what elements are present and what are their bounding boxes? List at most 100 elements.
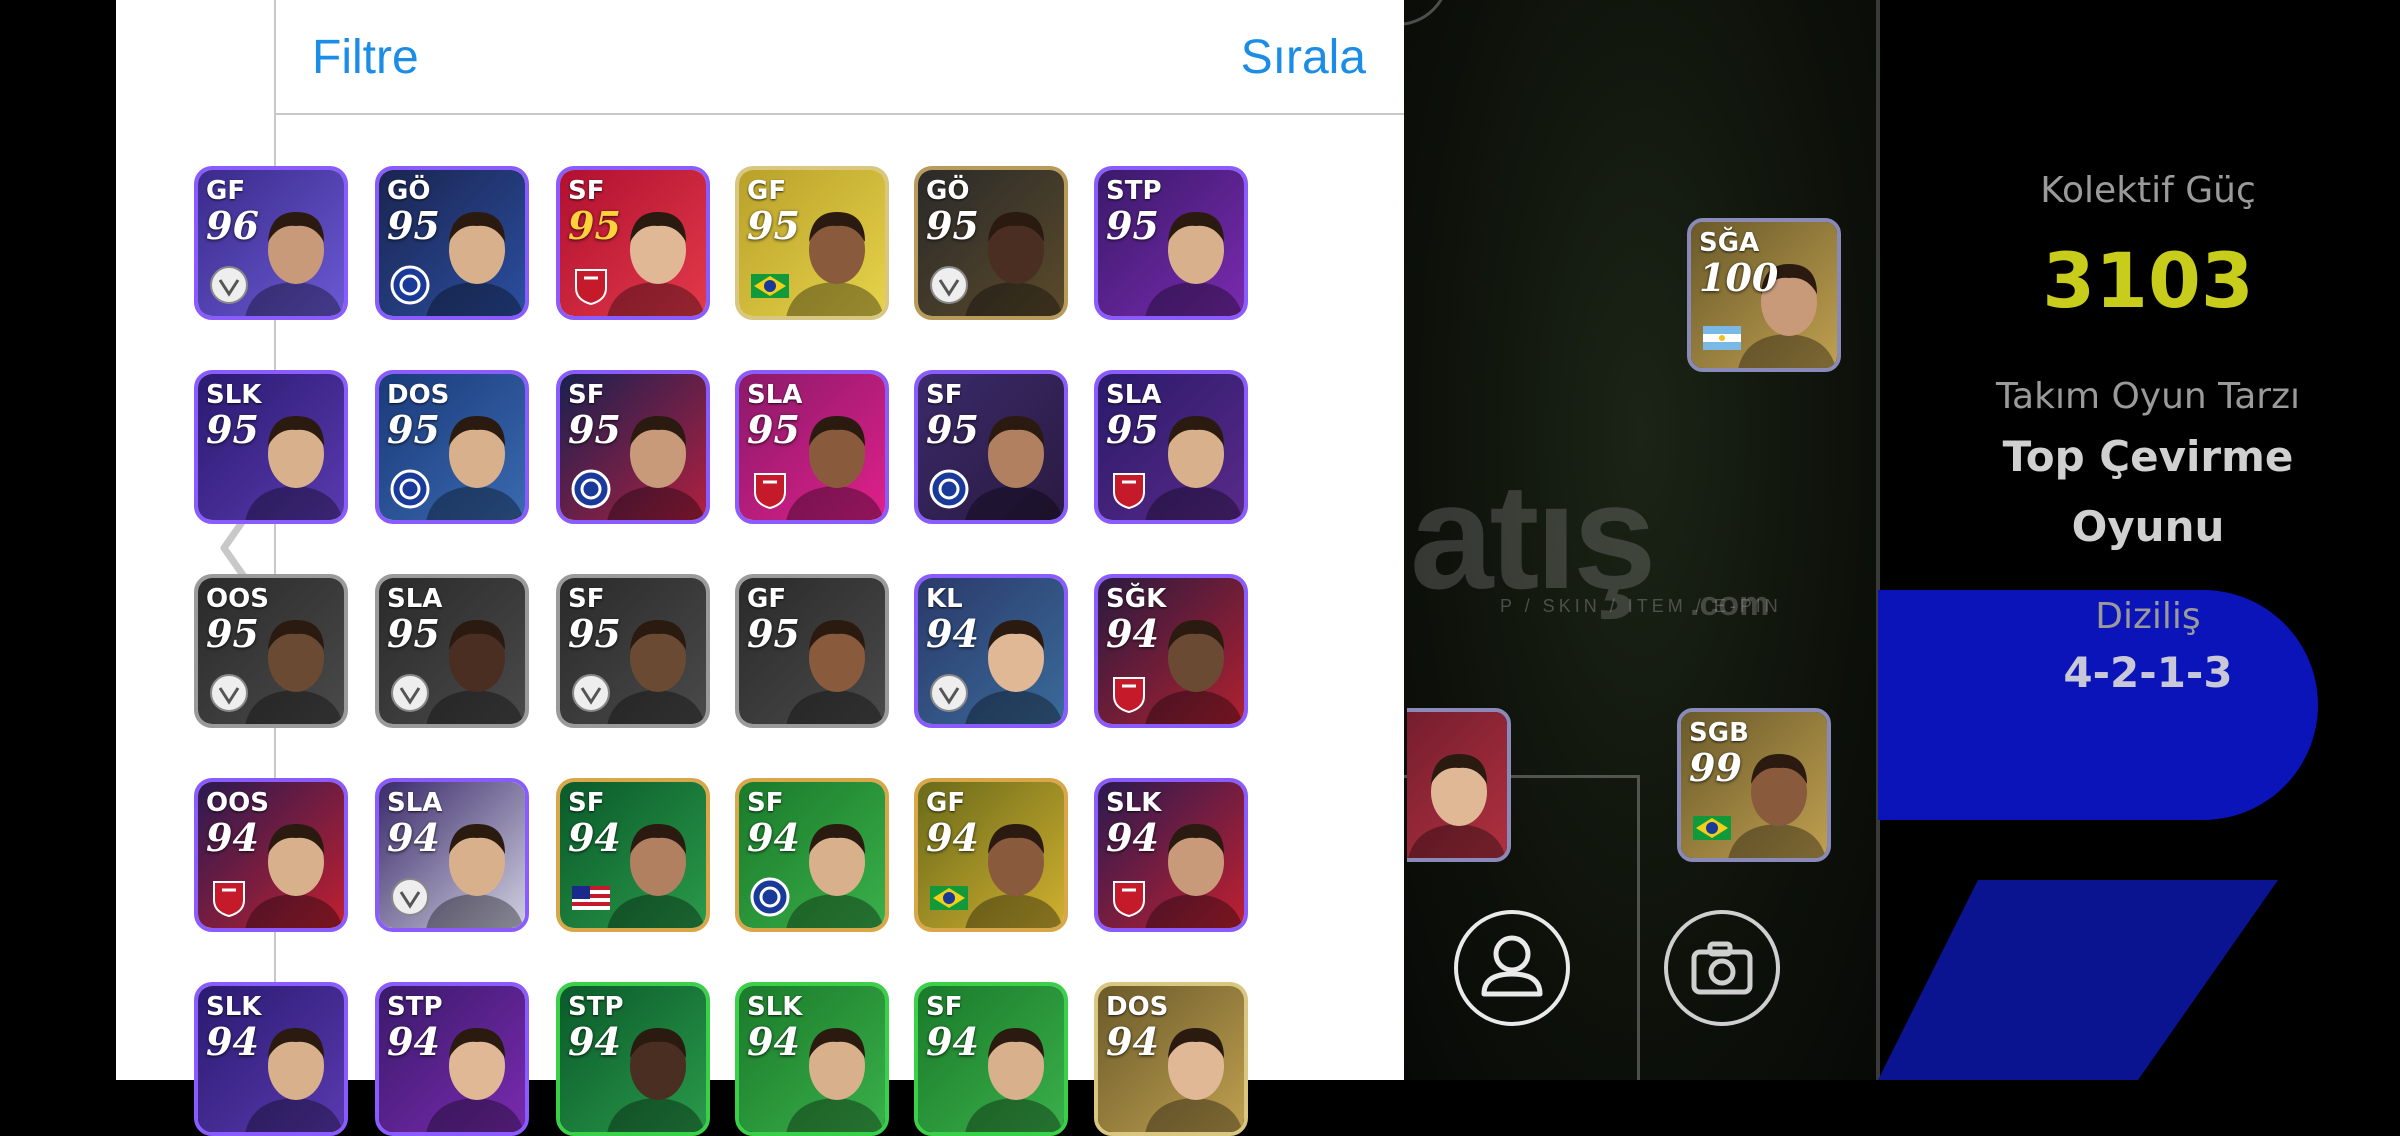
- team-playstyle-value-line2: Oyunu: [2071, 502, 2225, 551]
- player-position: GF: [747, 584, 787, 614]
- panel-header: Filtre Sırala: [274, 0, 1404, 115]
- player-rating: 95: [747, 203, 800, 248]
- camera-icon: [1691, 941, 1753, 995]
- player-card[interactable]: GF 95: [735, 574, 889, 728]
- player-position: SLK: [747, 992, 803, 1022]
- club-badge-icon: [1113, 881, 1145, 918]
- player-position: SLA: [387, 788, 443, 818]
- player-rating: 94: [747, 815, 800, 860]
- player-rating: 95: [747, 407, 800, 452]
- player-rating: 94: [926, 611, 979, 656]
- nation-flag-icon: [751, 274, 789, 298]
- player-card[interactable]: SĞK 94: [1094, 574, 1248, 728]
- player-card[interactable]: SLK 94: [735, 982, 889, 1136]
- player-position: SLA: [1106, 380, 1162, 410]
- player-rating: 95: [926, 203, 979, 248]
- player-card[interactable]: SF 95: [556, 370, 710, 524]
- pitch-player-card[interactable]: SĞA 100: [1687, 218, 1841, 372]
- player-card[interactable]: OOS 95: [194, 574, 348, 728]
- player-position: SF: [568, 788, 605, 818]
- player-rating: 95: [387, 203, 440, 248]
- club-badge-icon: [572, 674, 610, 712]
- player-card[interactable]: GÖ 95: [914, 166, 1068, 320]
- player-card[interactable]: OOS 94: [194, 778, 348, 932]
- nation-flag-icon: [1693, 816, 1731, 840]
- player-position: DOS: [387, 380, 450, 410]
- player-card[interactable]: STP 95: [1094, 166, 1248, 320]
- player-position: SLA: [747, 380, 803, 410]
- player-card[interactable]: SF 94: [735, 778, 889, 932]
- player-card[interactable]: DOS 94: [1094, 982, 1248, 1136]
- player-rating: 94: [206, 1019, 259, 1064]
- player-card[interactable]: SLK 94: [194, 982, 348, 1136]
- player-position: DOS: [1106, 992, 1169, 1022]
- player-card[interactable]: GÖ 95: [375, 166, 529, 320]
- player-card[interactable]: DOS 95: [375, 370, 529, 524]
- player-rating: 94: [1106, 611, 1159, 656]
- player-rating: 94: [1106, 1019, 1159, 1064]
- club-badge-icon: [391, 878, 429, 916]
- filter-button[interactable]: Filtre: [312, 30, 419, 85]
- player-position: OOS: [206, 788, 269, 818]
- player-rating: 100: [1699, 255, 1779, 300]
- player-rating: 95: [1106, 203, 1159, 248]
- club-badge-icon: [1113, 473, 1145, 510]
- club-badge-icon: [210, 674, 248, 712]
- player-rating: 95: [568, 611, 621, 656]
- profile-button[interactable]: [1454, 910, 1570, 1026]
- player-rating: 94: [568, 1019, 621, 1064]
- team-playstyle-label: Takım Oyun Tarzı: [1996, 376, 2300, 417]
- player-card[interactable]: SF 95: [556, 166, 710, 320]
- club-badge-icon: [930, 266, 968, 304]
- player-card[interactable]: GF 95: [735, 166, 889, 320]
- club-badge-icon: [390, 469, 430, 509]
- player-rating: 95: [1106, 407, 1159, 452]
- player-card[interactable]: SF 94: [556, 778, 710, 932]
- player-card[interactable]: SLA 95: [735, 370, 889, 524]
- camera-button[interactable]: [1664, 910, 1780, 1026]
- player-position: SĞA: [1699, 228, 1760, 258]
- player-position: SF: [926, 380, 963, 410]
- player-position: GF: [926, 788, 966, 818]
- player-card[interactable]: STP 94: [375, 982, 529, 1136]
- player-card[interactable]: SLK 95: [194, 370, 348, 524]
- player-card[interactable]: KL 94: [914, 574, 1068, 728]
- player-rating: 94: [206, 815, 259, 860]
- player-card[interactable]: GF 96: [194, 166, 348, 320]
- player-position: GF: [206, 176, 246, 206]
- club-badge-icon: [929, 469, 969, 509]
- player-rating: 94: [926, 1019, 979, 1064]
- player-rating: 95: [206, 407, 259, 452]
- club-badge-icon: [571, 469, 611, 509]
- player-portrait: [1408, 754, 1506, 858]
- player-position: GÖ: [387, 176, 431, 206]
- player-card[interactable]: SF 95: [914, 370, 1068, 524]
- club-badge-icon: [575, 269, 607, 306]
- player-card[interactable]: SLA 95: [375, 574, 529, 728]
- player-rating: 96: [206, 203, 259, 248]
- player-position: SF: [568, 176, 605, 206]
- pitch-player-card[interactable]: SGB 99: [1677, 708, 1831, 862]
- player-card[interactable]: SLA 94: [375, 778, 529, 932]
- player-position: SĞK: [1106, 584, 1167, 614]
- player-card[interactable]: SLK 94: [1094, 778, 1248, 932]
- sort-button[interactable]: Sırala: [1241, 30, 1366, 85]
- club-badge-icon: [750, 877, 790, 917]
- player-position: SLK: [206, 992, 262, 1022]
- divider: [1876, 0, 1880, 1080]
- club-badge-icon: [930, 674, 968, 712]
- player-card[interactable]: SF 95: [556, 574, 710, 728]
- nation-flag-icon: [1703, 326, 1741, 350]
- player-rating: 94: [568, 815, 621, 860]
- club-badge-icon: [213, 881, 245, 918]
- left-strip: [0, 0, 116, 1080]
- player-card[interactable]: SF 94: [914, 982, 1068, 1136]
- player-card[interactable]: GF 94: [914, 778, 1068, 932]
- formation-label: Diziliş: [2095, 596, 2201, 637]
- formation-value[interactable]: 4-2-1-3: [1948, 648, 2348, 697]
- player-rating: 95: [387, 611, 440, 656]
- player-card[interactable]: SLA 95: [1094, 370, 1248, 524]
- player-position: SF: [747, 788, 784, 818]
- pitch-circle: [1404, 0, 1450, 26]
- player-card[interactable]: STP 94: [556, 982, 710, 1136]
